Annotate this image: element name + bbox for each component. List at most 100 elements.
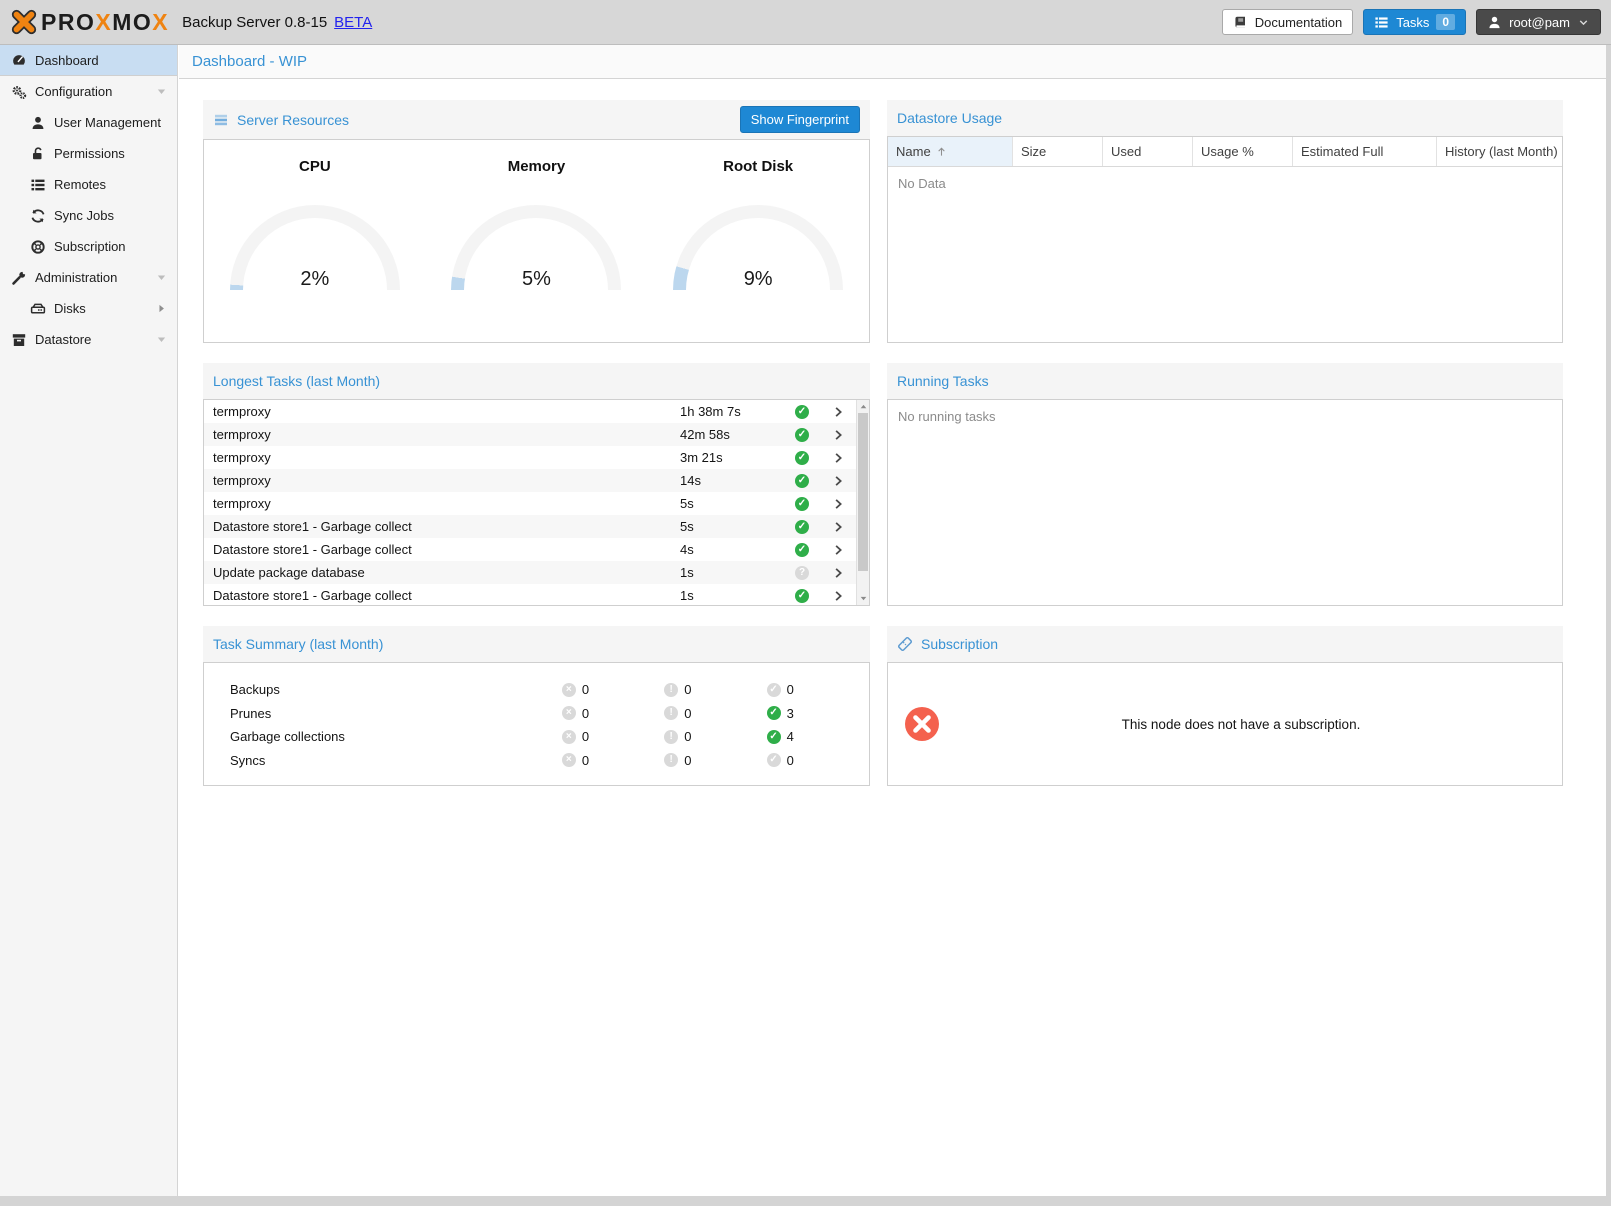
task-status: ?: [784, 566, 820, 580]
scroll-down-arrow[interactable]: [857, 592, 869, 605]
sidebar-item-permissions[interactable]: Permissions: [0, 138, 177, 169]
refresh-icon: [30, 208, 46, 224]
open-task-chevron-icon[interactable]: [820, 406, 856, 418]
sidebar-item-administration[interactable]: Administration: [0, 262, 177, 293]
open-task-chevron-icon[interactable]: [820, 429, 856, 441]
gauge-title: Root Disk: [723, 158, 793, 175]
task-row[interactable]: Update package database1s?: [204, 561, 856, 584]
task-row[interactable]: termproxy3m 21s✓: [204, 446, 856, 469]
sidebar-item-sync-jobs[interactable]: Sync Jobs: [0, 200, 177, 231]
column-header-size[interactable]: Size: [1013, 137, 1103, 166]
task-status: ✓: [784, 474, 820, 488]
user-icon: [1487, 15, 1502, 30]
task-row[interactable]: Datastore store1 - Garbage collect4s✓: [204, 538, 856, 561]
sidebar-item-label: Administration: [35, 270, 117, 285]
expander-down-icon[interactable]: [155, 85, 168, 98]
column-header-name[interactable]: Name: [888, 137, 1013, 166]
chevron-down-icon: [1577, 16, 1590, 29]
task-row[interactable]: Datastore store1 - Garbage collect1s✓: [204, 584, 856, 605]
summary-ok-value: 0: [787, 753, 794, 768]
column-label: History (last Month): [1445, 144, 1558, 159]
gauge-memory: Memory5%: [439, 158, 634, 291]
task-row[interactable]: termproxy1h 38m 7s✓: [204, 400, 856, 423]
column-label: Size: [1021, 144, 1046, 159]
warning-count-icon: !: [664, 683, 678, 697]
summary-ok: ✓4: [767, 729, 869, 744]
sidebar-item-disks[interactable]: Disks: [0, 293, 177, 324]
sidebar-item-subscription[interactable]: Subscription: [0, 231, 177, 262]
subscription-body: This node does not have a subscription.: [887, 662, 1563, 786]
column-header-used[interactable]: Used: [1103, 137, 1193, 166]
subscription-panel: Subscription This node does not have a s…: [887, 626, 1563, 786]
scroll-thumb[interactable]: [858, 413, 868, 571]
dashboard-content: Server Resources Show Fingerprint CPU2%M…: [179, 79, 1606, 786]
archive-icon: [11, 332, 27, 348]
ok-check-icon: ✓: [795, 405, 809, 419]
summary-ok-value: 0: [787, 682, 794, 697]
datastore-usage-empty: No Data: [888, 167, 1562, 200]
unknown-status-icon: ?: [795, 566, 809, 580]
resource-gauges: CPU2%Memory5%Root Disk9%: [204, 140, 869, 291]
server-resources-panel: Server Resources Show Fingerprint CPU2%M…: [203, 100, 870, 343]
documentation-button[interactable]: Documentation: [1222, 9, 1353, 35]
column-label: Usage %: [1201, 144, 1254, 159]
page-title: Dashboard - WIP: [179, 45, 1606, 79]
task-name: Update package database: [204, 565, 680, 580]
column-header-usage[interactable]: Usage %: [1193, 137, 1293, 166]
expander-down-icon[interactable]: [155, 271, 168, 284]
gauge-arc-root-disk: 9%: [673, 205, 843, 291]
open-task-chevron-icon[interactable]: [820, 452, 856, 464]
viewport-right-border: [1606, 45, 1611, 1206]
summary-label: Prunes: [230, 706, 562, 721]
support-icon: [30, 239, 46, 255]
running-tasks-header: Running Tasks: [887, 363, 1563, 399]
expander-right-icon[interactable]: [155, 302, 168, 315]
expander-down-icon[interactable]: [155, 333, 168, 346]
running-tasks-title: Running Tasks: [897, 373, 989, 389]
scrollbar[interactable]: [856, 400, 869, 605]
summary-error-value: 0: [582, 729, 589, 744]
sidebar-item-label: Sync Jobs: [54, 208, 114, 223]
task-row[interactable]: Datastore store1 - Garbage collect5s✓: [204, 515, 856, 538]
open-task-chevron-icon[interactable]: [820, 567, 856, 579]
ticket-icon: [897, 636, 913, 652]
task-row[interactable]: termproxy5s✓: [204, 492, 856, 515]
sidebar-item-remotes[interactable]: Remotes: [0, 169, 177, 200]
warning-count-icon: !: [664, 753, 678, 767]
task-status: ✓: [784, 589, 820, 603]
open-task-chevron-icon[interactable]: [820, 498, 856, 510]
task-duration: 14s: [680, 473, 784, 488]
ok-count-icon: ✓: [767, 753, 781, 767]
sidebar-item-configuration[interactable]: Configuration: [0, 76, 177, 107]
subscription-title: Subscription: [921, 636, 998, 652]
gauge-title: Memory: [508, 158, 566, 175]
ok-check-icon: ✓: [795, 543, 809, 557]
task-summary-body: Backups×0!0✓0Prunes×0!0✓3Garbage collect…: [203, 662, 870, 786]
task-row[interactable]: termproxy42m 58s✓: [204, 423, 856, 446]
sort-up-icon: [935, 145, 948, 158]
task-list-icon: [1374, 15, 1389, 30]
open-task-chevron-icon[interactable]: [820, 590, 856, 602]
open-task-chevron-icon[interactable]: [820, 521, 856, 533]
column-header-history-last-month[interactable]: History (last Month): [1437, 137, 1562, 166]
task-status: ✓: [784, 543, 820, 557]
tasks-button[interactable]: Tasks 0: [1363, 9, 1466, 35]
open-task-chevron-icon[interactable]: [820, 544, 856, 556]
list-icon: [30, 177, 46, 193]
summary-ok: ✓0: [767, 753, 869, 768]
column-header-estimated-full[interactable]: Estimated Full: [1293, 137, 1437, 166]
sidebar-item-dashboard[interactable]: Dashboard: [0, 45, 177, 76]
scroll-up-arrow[interactable]: [857, 400, 869, 413]
sidebar-item-user-management[interactable]: User Management: [0, 107, 177, 138]
show-fingerprint-button[interactable]: Show Fingerprint: [740, 106, 860, 133]
beta-link[interactable]: BETA: [334, 14, 372, 31]
task-row[interactable]: termproxy14s✓: [204, 469, 856, 492]
task-status: ✓: [784, 405, 820, 419]
sidebar-item-datastore[interactable]: Datastore: [0, 324, 177, 355]
longest-tasks-panel: Longest Tasks (last Month) termproxy1h 3…: [203, 363, 870, 606]
task-duration: 1h 38m 7s: [680, 404, 784, 419]
open-task-chevron-icon[interactable]: [820, 475, 856, 487]
summary-warning: !0: [664, 753, 766, 768]
sidebar: DashboardConfigurationUser ManagementPer…: [0, 45, 178, 1196]
user-menu-button[interactable]: root@pam: [1476, 9, 1601, 35]
